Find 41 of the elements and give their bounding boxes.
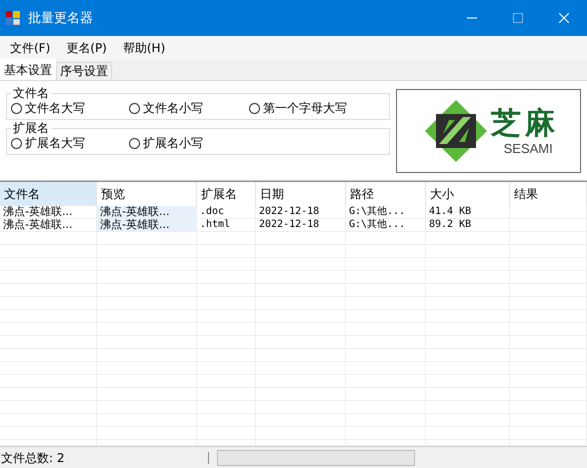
- tab[interactable]: 序号设置: [56, 62, 112, 80]
- column-header[interactable]: 日期: [256, 182, 346, 206]
- table-cell: 沸点-英雄联...: [97, 219, 197, 231]
- radio-button[interactable]: [11, 138, 22, 149]
- radio-button[interactable]: [249, 103, 260, 114]
- menu-item[interactable]: 帮助(H): [114, 40, 174, 56]
- radio-label: 扩展名大写: [25, 135, 85, 152]
- close-icon[interactable]: [559, 13, 569, 23]
- table-cell: 41.4 KB: [426, 206, 510, 218]
- menu-item[interactable]: 文件(F): [2, 40, 58, 56]
- column-header[interactable]: 扩展名: [197, 182, 256, 206]
- app-icon: [6, 11, 20, 25]
- table-cell: 89.2 KB: [426, 219, 510, 231]
- table-cell: 2022-12-18: [256, 219, 346, 231]
- table-cell: 沸点-英雄联...: [97, 206, 197, 218]
- logo-title: 芝麻: [490, 106, 559, 140]
- radio-label: 扩展名小写: [143, 135, 203, 152]
- radio-label: 文件名大写: [25, 100, 85, 117]
- radio-button[interactable]: [129, 103, 140, 114]
- radio-button[interactable]: [129, 138, 140, 149]
- logo-icon: [422, 98, 489, 164]
- table-cell: G:\其他...: [346, 219, 426, 231]
- column-header[interactable]: 结果: [510, 182, 587, 206]
- table-cell: 2022-12-18: [256, 206, 346, 218]
- radio-label: 第一个字母大写: [263, 100, 347, 117]
- radio-label: 文件名小写: [143, 100, 203, 117]
- group-title: 文件名: [12, 87, 50, 100]
- radio-button[interactable]: [11, 103, 22, 114]
- status-text: 文件总数: 2: [0, 450, 66, 466]
- table-cell: .html: [197, 219, 256, 231]
- tab[interactable]: 基本设置: [0, 59, 56, 80]
- column-header[interactable]: 大小: [426, 182, 510, 206]
- column-header[interactable]: 文件名: [0, 182, 97, 206]
- group-title: 扩展名: [12, 122, 50, 135]
- table-cell: .doc: [197, 206, 256, 218]
- column-header[interactable]: 路径: [346, 182, 426, 206]
- menu-item[interactable]: 更名(P): [58, 40, 115, 56]
- file-list[interactable]: 文件名 预览 扩展名 日期 路径 大小 结果 沸点-英雄联... 沸点-英雄联... .doc 2022-12-18 G:\其他... 41.4 KB 沸点-英雄联... 沸点-英雄联... .html 2022-12-18 G:\其他... 89.2 KB: [0, 181, 587, 445]
- logo-subtitle: SESAMI: [504, 140, 553, 156]
- window-title: 批量更名器: [28, 10, 93, 27]
- table-cell: G:\其他...: [346, 206, 426, 218]
